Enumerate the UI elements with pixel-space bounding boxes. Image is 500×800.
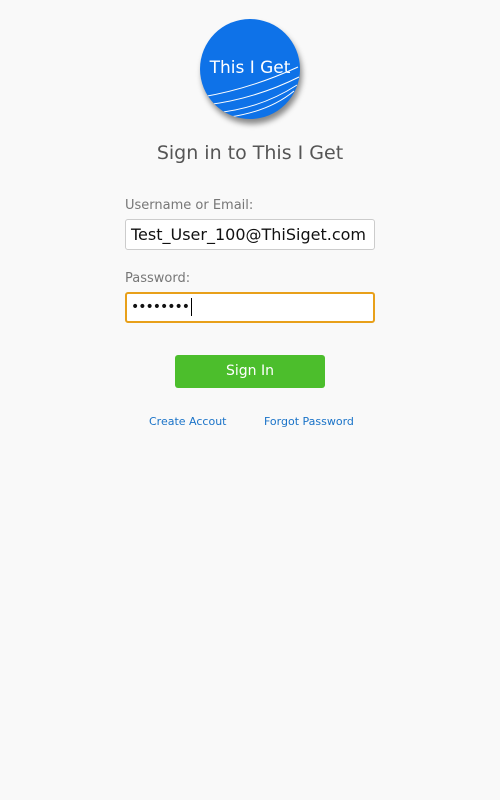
forgot-password-link[interactable]: Forgot Password bbox=[264, 415, 354, 428]
password-label: Password: bbox=[125, 271, 191, 286]
sign-in-page: This I Get Sign in to This I Get Usernam… bbox=[0, 0, 500, 800]
sign-in-button[interactable]: Sign In bbox=[175, 355, 325, 388]
logo-text: This I Get bbox=[209, 58, 291, 78]
page-title: Sign in to This I Get bbox=[156, 142, 344, 164]
password-value: •••••••• bbox=[131, 299, 190, 315]
username-input[interactable]: Test_User_100@ThiSiget.com bbox=[125, 219, 375, 250]
app-logo: This I Get bbox=[200, 19, 300, 119]
username-value: Test_User_100@ThiSiget.com bbox=[131, 225, 367, 244]
text-caret bbox=[191, 298, 193, 316]
create-account-link[interactable]: Create Accout bbox=[149, 415, 227, 428]
username-label: Username or Email: bbox=[125, 198, 254, 213]
password-input[interactable]: •••••••• bbox=[125, 292, 375, 323]
